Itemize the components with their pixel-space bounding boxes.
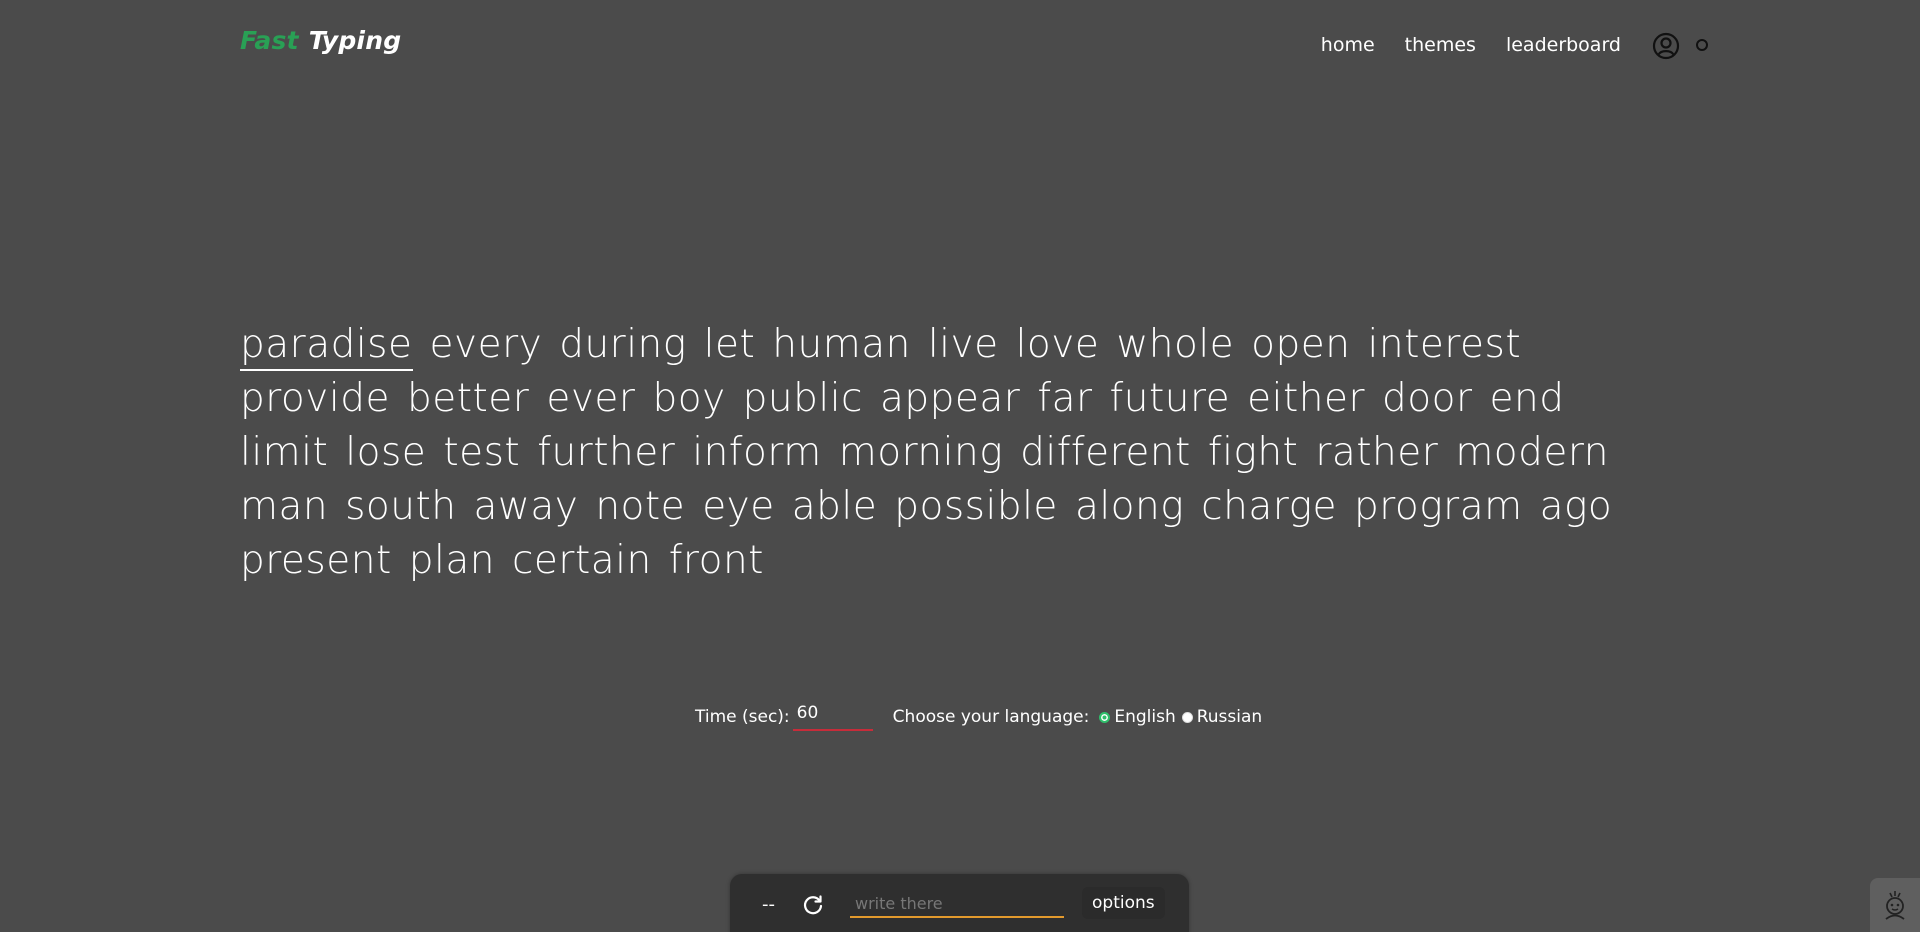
word: man <box>240 484 329 529</box>
word: program <box>1353 484 1523 529</box>
page: Fast Typing home themes leaderboard parad… <box>0 0 1920 932</box>
word: front <box>668 538 764 583</box>
word: modern <box>1455 430 1609 475</box>
word: further <box>537 430 676 475</box>
word: present <box>240 538 392 583</box>
word: along <box>1074 484 1185 529</box>
word: public <box>742 376 863 421</box>
nav-leaderboard-link[interactable]: leaderboard <box>1506 34 1621 56</box>
typing-bar: -- options <box>730 874 1189 932</box>
reload-icon[interactable] <box>802 894 824 916</box>
word: eye <box>702 484 775 529</box>
language-label: Choose your language: <box>892 707 1090 727</box>
word: different <box>1020 430 1191 475</box>
theme-toggle-dot[interactable] <box>1696 39 1708 51</box>
assistant-widget[interactable] <box>1870 878 1920 932</box>
word: south <box>345 484 457 529</box>
options-button[interactable]: options <box>1082 887 1165 919</box>
word: certain <box>511 538 652 583</box>
word: every <box>429 322 543 367</box>
main-nav: home themes leaderboard <box>1321 31 1708 60</box>
word: limit <box>240 430 329 475</box>
words-display: paradise every during let human live love whole… <box>240 318 1660 588</box>
logo-fast: Fast <box>240 26 299 55</box>
word: rather <box>1315 430 1439 475</box>
word: future <box>1109 376 1231 421</box>
time-input[interactable] <box>792 703 873 731</box>
word: love <box>1015 322 1100 367</box>
logo-typing: Typing <box>308 26 402 55</box>
word: live <box>927 322 999 367</box>
nav-home-link[interactable]: home <box>1321 34 1375 56</box>
language-radio-russian[interactable] <box>1181 711 1193 723</box>
time-label: Time (sec): <box>695 707 790 727</box>
word: plan <box>408 538 495 583</box>
word: note <box>595 484 686 529</box>
word: possible <box>894 484 1058 529</box>
timer-counter: -- <box>762 894 775 915</box>
word: boy <box>652 376 726 421</box>
robot-face-icon <box>1885 891 1905 920</box>
typing-input[interactable] <box>850 890 1064 918</box>
word: appear <box>880 376 1021 421</box>
word: better <box>406 376 530 421</box>
word: ago <box>1539 484 1613 529</box>
word: whole <box>1116 322 1235 367</box>
word: interest <box>1367 322 1522 367</box>
word: away <box>473 484 579 529</box>
language-english-label[interactable]: English <box>1114 707 1175 727</box>
logo[interactable]: Fast Typing <box>240 26 401 55</box>
word: lose <box>345 430 427 475</box>
word: end <box>1489 376 1565 421</box>
word: either <box>1247 376 1366 421</box>
word: let <box>703 322 756 367</box>
word: far <box>1037 376 1093 421</box>
word: morning <box>838 430 1004 475</box>
word: during <box>559 322 687 367</box>
word: provide <box>240 376 390 421</box>
language-russian-label[interactable]: Russian <box>1197 707 1262 727</box>
word: ever <box>546 376 636 421</box>
word: human <box>772 322 911 367</box>
nav-themes-link[interactable]: themes <box>1405 34 1476 56</box>
word: charge <box>1201 484 1337 529</box>
word: fight <box>1207 430 1299 475</box>
user-account-icon[interactable] <box>1652 32 1680 60</box>
word: test <box>443 430 521 475</box>
language-radio-english[interactable] <box>1099 711 1111 723</box>
word: able <box>791 484 878 529</box>
settings-row: Time (sec): Choose your language: Englis… <box>695 703 1268 731</box>
word: open <box>1251 322 1351 367</box>
current-word: paradise <box>240 323 413 371</box>
word: inform <box>692 430 822 475</box>
word: door <box>1382 376 1473 421</box>
